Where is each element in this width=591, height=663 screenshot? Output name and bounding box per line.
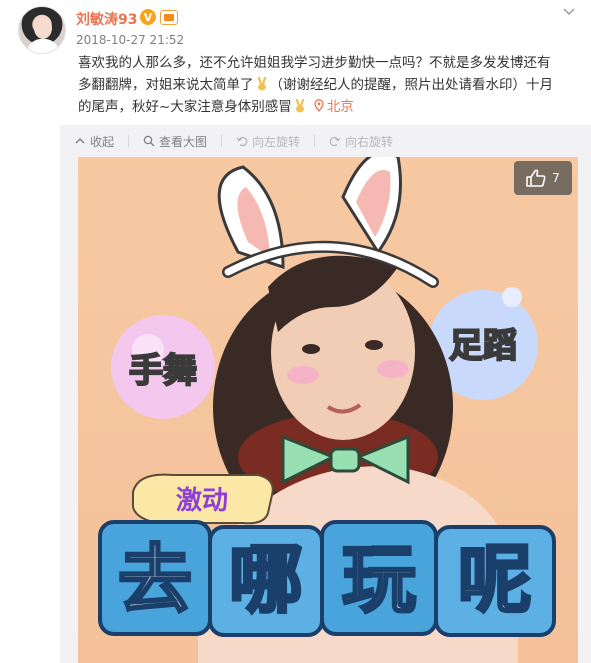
image-like-button[interactable]: 7 — [514, 161, 572, 195]
post-timestamp[interactable]: 2018-10-27 21:52 — [76, 33, 184, 47]
collapse-button[interactable]: 收起 — [74, 133, 114, 150]
rotate-right-icon — [329, 136, 341, 147]
rotate-right-button[interactable]: 向右旋转 — [329, 133, 393, 150]
victory-hand-icon — [295, 99, 304, 113]
caption-big-char-4: 呢 — [458, 537, 532, 623]
toolbar-divider — [221, 135, 223, 147]
rotate-left-button[interactable]: 向左旋转 — [236, 133, 300, 150]
post-image[interactable]: 手舞 足蹈 激动 去 哪 玩 呢 — [78, 157, 578, 663]
rotate-right-label: 向右旋转 — [345, 134, 394, 149]
post-text-line-2-text: 多翻翻牌，对姐来说太简单了 — [78, 77, 254, 93]
author-badges: V — [140, 9, 178, 25]
post-text-line-3: （谢谢经纪人的提醒，照片出处请看水印）十月 — [269, 77, 554, 93]
location-pin-icon — [314, 99, 324, 112]
chevron-down-icon[interactable] — [563, 6, 575, 18]
author-name[interactable]: 刘敏涛93 — [76, 9, 137, 29]
toolbar-divider — [314, 135, 316, 147]
bow-knot — [329, 447, 361, 473]
weibo-post: 刘敏涛93 V 2018-10-27 21:52 喜欢我的人那么多，还不允许姐姐… — [0, 0, 591, 663]
thumbs-up-icon — [526, 169, 546, 187]
level-icon[interactable] — [160, 9, 178, 25]
rotate-left-label: 向左旋转 — [252, 134, 301, 149]
sticker-illustration: 手舞 足蹈 激动 去 哪 玩 呢 — [98, 157, 556, 663]
caption-big-char-1: 去 — [118, 537, 192, 623]
avatar-face — [34, 17, 52, 39]
left-blush — [287, 366, 319, 384]
view-large-button[interactable]: 查看大图 — [143, 133, 207, 150]
rotate-left-icon — [236, 136, 248, 147]
post-text-line-4-row: 的尾声，秋好~大家注意身体别感冒 北京 — [78, 96, 578, 118]
collapse-label: 收起 — [90, 134, 115, 149]
view-large-label: 查看大图 — [159, 134, 208, 149]
post-text-line-2: 多翻翻牌，对姐来说太简单了 （谢谢经纪人的提醒，照片出处请看水印）十月 — [78, 74, 578, 96]
right-blush — [377, 360, 409, 378]
verified-icon[interactable]: V — [140, 9, 156, 25]
post-text-line-4: 的尾声，秋好~大家注意身体别感冒 — [78, 99, 292, 115]
post-text-line-1: 喜欢我的人那么多，还不允许姐姐我学习进步勤快一点吗？不就是多发发博还有 — [78, 55, 551, 71]
right-eye — [365, 340, 383, 350]
right-bubble-small — [502, 287, 522, 307]
location-link[interactable]: 北京 — [327, 99, 354, 115]
like-count: 7 — [552, 171, 560, 185]
image-toolbar: 收起 查看大图 向左旋转 向右旋转 — [60, 127, 591, 155]
avatar-body — [27, 39, 59, 53]
collapse-icon — [75, 138, 85, 144]
caption-big-char-3: 玩 — [342, 537, 416, 623]
post-text: 喜欢我的人那么多，还不允许姐姐我学习进步勤快一点吗？不就是多发发博还有 多翻翻牌… — [78, 52, 578, 118]
zoom-icon — [143, 135, 155, 147]
avatar[interactable] — [18, 6, 66, 54]
caption-small-text: 激动 — [176, 485, 228, 516]
sticker-left-text: 手舞 — [129, 351, 197, 391]
left-eye — [302, 344, 320, 354]
victory-hand-icon — [257, 77, 266, 91]
caption-big-char-2: 哪 — [229, 537, 303, 623]
toolbar-divider — [128, 135, 130, 147]
sticker-right-text: 足蹈 — [449, 326, 517, 366]
